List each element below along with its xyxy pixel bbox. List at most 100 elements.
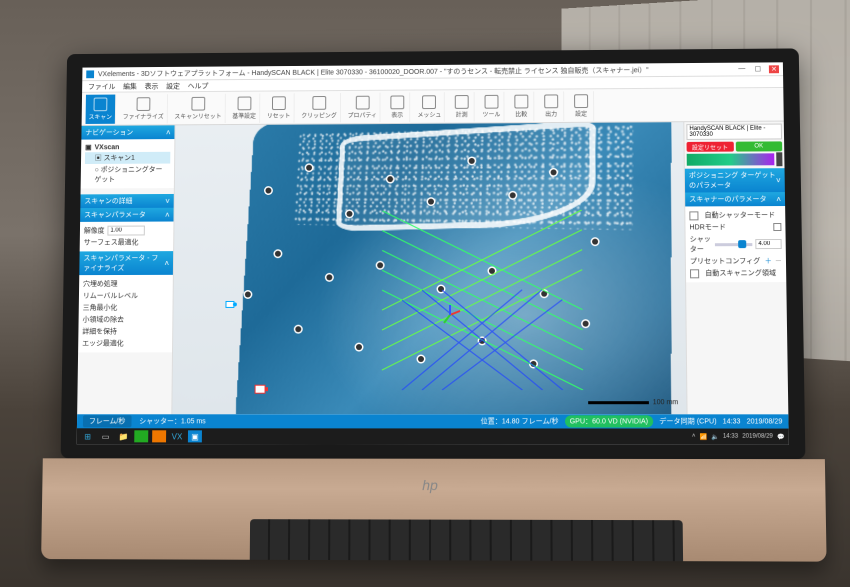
- ribbon-properties-label: プロパティ: [348, 110, 377, 119]
- menu-file[interactable]: ファイル: [88, 81, 115, 91]
- app-icon: [86, 70, 94, 78]
- laptop: VXelements - 3Dソフトウェアプラットフォーム - HandySCA…: [59, 48, 807, 551]
- compare-icon: [514, 94, 528, 108]
- export-icon: [544, 94, 558, 108]
- scan-details-header[interactable]: スキャンの詳細 ˅: [80, 194, 173, 208]
- windows-taskbar: ⊞ ▭ 📁 VX ▣ ˄ 📶 🔈 14:33 2019/08/29 💬: [77, 428, 789, 445]
- add-icon[interactable]: ＋: [765, 256, 772, 266]
- left-panel: ナビゲーション ˄ ▣ VXscan ▣ スキャン1 ○ ポジショニングターゲッ…: [77, 125, 175, 414]
- tree-item-targets[interactable]: ○ ポジショニングターゲット: [85, 164, 171, 186]
- shutter-input[interactable]: [755, 239, 781, 249]
- ribbon-scanreset-label: スキャンリセット: [174, 111, 221, 120]
- display-icon: [390, 95, 404, 109]
- status-frame-label: フレーム/秒: [83, 415, 131, 427]
- explorer-icon[interactable]: 📁: [116, 430, 130, 442]
- tray-notification-icon[interactable]: 💬: [777, 433, 785, 440]
- gear-icon: [574, 94, 588, 108]
- task-vxelements[interactable]: ▣: [188, 430, 202, 442]
- resolution-label: 解像度: [84, 226, 105, 236]
- hp-logo: hp: [422, 477, 438, 493]
- nav-panel-title: ナビゲーション: [85, 128, 133, 138]
- finalize-row-4[interactable]: 詳細を保持: [82, 325, 168, 337]
- positioning-params-header[interactable]: ポジショニング ターゲットのパラメータ˅: [685, 168, 785, 192]
- status-time: 14:33: [723, 418, 741, 425]
- hdr-toggle-icon[interactable]: [773, 223, 781, 231]
- start-button[interactable]: ⊞: [81, 430, 95, 442]
- ribbon-finalize[interactable]: ファイナライズ: [120, 94, 168, 124]
- ribbon-clipping[interactable]: クリッピング: [298, 92, 341, 122]
- preset-label: プリセットコンフィグ: [690, 256, 761, 266]
- finalize-row-4-label: 詳細を保持: [82, 327, 117, 337]
- mesh-icon: [422, 95, 436, 109]
- ribbon-reference[interactable]: 基準設定: [229, 93, 260, 123]
- finalize-icon: [136, 97, 150, 111]
- finalize-row-0[interactable]: 穴埋め処理: [83, 278, 169, 290]
- remove-icon[interactable]: －: [775, 256, 782, 266]
- resolution-input[interactable]: [107, 226, 144, 236]
- shutter-label: シャッター: [690, 234, 712, 254]
- finalize-title: スキャンパラメータ - ファイナライズ: [83, 253, 164, 273]
- finalize-row-1-label: リムーバルレベル: [83, 291, 138, 301]
- window-title: VXelements - 3Dソフトウェアプラットフォーム - HandySCA…: [98, 65, 649, 79]
- ribbon-tools[interactable]: ツール: [479, 91, 505, 121]
- ribbon-scan[interactable]: スキャン: [86, 94, 117, 123]
- taskview-icon[interactable]: ▭: [99, 430, 113, 442]
- auto-scan-area-row[interactable]: 自動スキャニング領域: [690, 267, 782, 279]
- tray-volume-icon[interactable]: 🔈: [711, 433, 719, 440]
- auto-shutter-row[interactable]: 自動シャッターモード: [689, 209, 781, 221]
- tree-root[interactable]: ▣ VXscan: [85, 142, 170, 152]
- status-gpu-badge: GPU：60.0 VD (NVIDIA): [565, 415, 654, 427]
- chevron-up-icon: ˄: [165, 210, 170, 219]
- close-button[interactable]: ✕: [769, 65, 779, 73]
- reference-icon: [237, 96, 251, 110]
- ribbon-properties[interactable]: プロパティ: [345, 92, 381, 122]
- ribbon-mesh[interactable]: メッシュ: [415, 92, 446, 122]
- ribbon-settings[interactable]: 設定: [569, 91, 595, 121]
- scan-params-body: 解像度 サーフェス最適化: [80, 222, 174, 252]
- menu-view[interactable]: 表示: [145, 81, 159, 91]
- menu-config[interactable]: 設定: [166, 81, 180, 91]
- finalize-row-1[interactable]: リムーバルレベル: [83, 290, 169, 302]
- task-app-1[interactable]: [134, 430, 148, 442]
- finalize-row-5-label: エッジ最適化: [82, 338, 124, 348]
- menu-help[interactable]: ヘルプ: [188, 81, 209, 91]
- ribbon-export[interactable]: 出力: [539, 91, 565, 121]
- ribbon-display[interactable]: 表示: [385, 92, 411, 122]
- menu-edit[interactable]: 編集: [123, 81, 137, 91]
- nav-panel-header[interactable]: ナビゲーション ˄: [81, 125, 174, 139]
- task-app-3[interactable]: VX: [170, 430, 184, 442]
- device-config-reset-button[interactable]: 設定リセット: [687, 142, 734, 152]
- maximize-button[interactable]: ☐: [753, 65, 763, 73]
- shutter-slider[interactable]: [715, 243, 753, 246]
- minimize-button[interactable]: —: [737, 65, 747, 73]
- finalize-row-3[interactable]: 小領域の除去: [82, 314, 168, 326]
- 3d-viewport[interactable]: 100 mm: [172, 122, 686, 414]
- device-ok-button[interactable]: OK: [735, 141, 782, 151]
- checkbox-icon[interactable]: [690, 269, 699, 278]
- status-shutter: シャッター：1.05 ms: [139, 416, 206, 426]
- exposure-meter: [687, 153, 783, 165]
- tree-item-scan1-label: スキャン1: [103, 155, 134, 162]
- scanner-params-header[interactable]: スキャナーのパラメータ˄: [685, 192, 785, 206]
- preset-row[interactable]: プリセットコンフィグ ＋ －: [690, 255, 782, 267]
- system-tray[interactable]: ˄ 📶 🔈 14:33 2019/08/29 💬: [692, 433, 785, 440]
- chevron-up-icon: ˄: [164, 259, 169, 268]
- ribbon-compare[interactable]: 比較: [509, 91, 535, 121]
- tree-item-scan1[interactable]: ▣ スキャン1: [85, 152, 170, 164]
- scan-params-header[interactable]: スキャンパラメータ ˄: [80, 208, 174, 222]
- ribbon-reset[interactable]: リセット: [264, 93, 295, 123]
- task-app-2[interactable]: [152, 430, 166, 442]
- checkbox-icon[interactable]: [689, 211, 698, 220]
- ribbon-measure[interactable]: 計測: [449, 92, 475, 122]
- ribbon-finalize-label: ファイナライズ: [123, 111, 164, 120]
- scanner-marker-icon: [254, 383, 268, 397]
- finalize-row-5[interactable]: エッジ最適化: [82, 337, 168, 349]
- ribbon-scanreset[interactable]: スキャンリセット: [171, 93, 225, 123]
- tray-chevron-icon[interactable]: ˄: [692, 434, 696, 440]
- hdr-row[interactable]: HDRモード: [689, 221, 781, 233]
- finalize-row-2[interactable]: 三角最小化: [83, 302, 169, 314]
- finalize-header[interactable]: スキャンパラメータ - ファイナライズ ˄: [79, 251, 173, 275]
- surface-opt-label: サーフェス最適化: [84, 237, 139, 247]
- tray-network-icon[interactable]: 📶: [699, 433, 707, 440]
- meter-indicator: [776, 152, 782, 166]
